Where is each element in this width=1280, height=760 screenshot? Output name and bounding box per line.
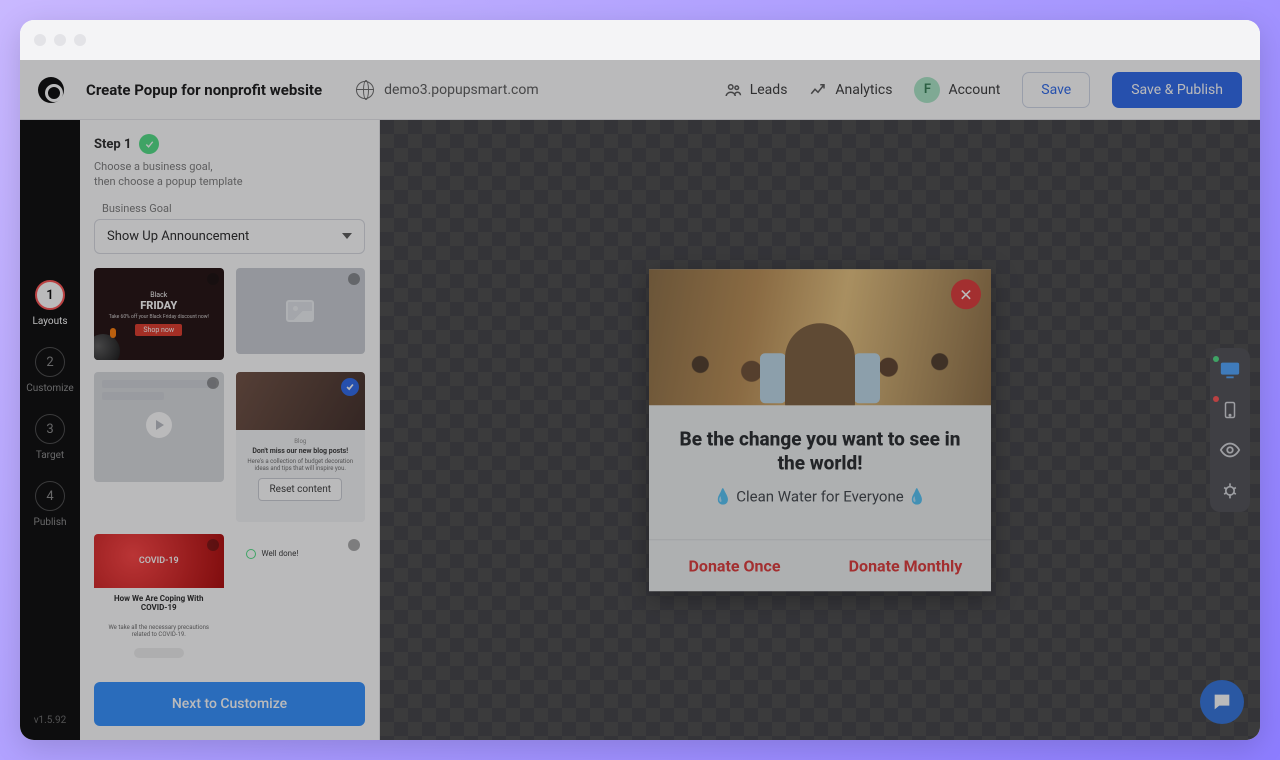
play-icon	[146, 412, 172, 438]
donate-monthly-button[interactable]: Donate Monthly	[820, 540, 991, 591]
domain-text: demo3.popupsmart.com	[384, 82, 539, 98]
debug-toggle[interactable]	[1218, 478, 1242, 502]
rail-step-num: 2	[35, 347, 65, 377]
close-icon	[348, 539, 360, 551]
globe-icon	[356, 81, 374, 99]
selected-check-icon	[341, 378, 359, 396]
next-to-customize-button[interactable]: Next to Customize	[94, 682, 365, 726]
popup-headline: Be the change you want to see in the wor…	[667, 427, 973, 475]
nav-analytics[interactable]: Analytics	[809, 81, 892, 99]
business-goal-select[interactable]: Show Up Announcement	[94, 219, 365, 254]
donate-once-button[interactable]: Donate Once	[649, 540, 820, 591]
main: 1 Layouts 2 Customize 3 Target 4 Publish…	[20, 120, 1260, 740]
status-dot	[1213, 396, 1219, 402]
window-titlebar	[20, 20, 1260, 60]
nav-account-label: Account	[948, 82, 1000, 98]
rail-step-customize[interactable]: 2 Customize	[26, 347, 73, 394]
close-icon	[207, 273, 219, 285]
goal-label: Business Goal	[102, 202, 365, 215]
template-well-done[interactable]: Well done!	[236, 534, 366, 574]
template-black-friday[interactable]: Black FRIDAY Take 60% off your Black Fri…	[94, 268, 224, 360]
device-desktop[interactable]	[1218, 358, 1242, 382]
browser-frame: Create Popup for nonprofit website demo3…	[20, 20, 1260, 740]
save-publish-button[interactable]: Save & Publish	[1112, 72, 1242, 108]
eye-icon	[1219, 439, 1241, 461]
status-dot	[1213, 356, 1219, 362]
window-dot-max[interactable]	[74, 34, 86, 46]
rail-step-label: Customize	[26, 383, 73, 394]
close-icon	[348, 273, 360, 285]
app-root: Create Popup for nonprofit website demo3…	[20, 60, 1260, 740]
rail-step-num: 1	[35, 280, 65, 310]
nav-leads-label: Leads	[750, 82, 788, 98]
rail-step-layouts[interactable]: 1 Layouts	[32, 280, 67, 327]
check-icon	[139, 134, 159, 154]
rail-step-publish[interactable]: 4 Publish	[34, 481, 67, 528]
step-header: Step 1	[94, 134, 365, 154]
bug-icon	[1220, 480, 1240, 500]
popup-subline: 💧 Clean Water for Everyone 💧	[667, 487, 973, 505]
window-dot-min[interactable]	[54, 34, 66, 46]
rail-step-label: Target	[36, 450, 64, 461]
goal-value: Show Up Announcement	[107, 229, 249, 244]
rail-step-num: 3	[35, 414, 65, 444]
preview-toggle[interactable]	[1218, 438, 1242, 462]
nav-analytics-label: Analytics	[835, 82, 892, 98]
popup-hero-image: ✕	[649, 269, 991, 405]
avatar: F	[914, 77, 940, 103]
image-icon	[286, 300, 314, 322]
close-icon	[207, 539, 219, 551]
close-icon	[207, 377, 219, 389]
step-subtitle: Choose a business goal, then choose a po…	[94, 160, 365, 190]
desktop-icon	[1219, 359, 1241, 381]
rail-step-num: 4	[35, 481, 65, 511]
device-switcher	[1210, 348, 1250, 512]
template-image[interactable]	[236, 268, 366, 354]
layout-panel: Step 1 Choose a business goal, then choo…	[80, 120, 380, 740]
template-grid: Black FRIDAY Take 60% off your Black Fri…	[94, 268, 365, 672]
template-video[interactable]	[94, 372, 224, 482]
chat-icon	[1211, 691, 1233, 713]
analytics-icon	[809, 81, 827, 99]
shop-now-chip: Shop now	[135, 324, 182, 336]
chevron-down-icon	[342, 233, 352, 239]
bomb-icon	[94, 334, 120, 360]
app-version: v1.5.92	[34, 715, 67, 726]
step-title: Step 1	[94, 137, 131, 152]
rail-step-label: Layouts	[32, 316, 67, 327]
step-rail: 1 Layouts 2 Customize 3 Target 4 Publish…	[20, 120, 80, 740]
popup-preview: ✕ Be the change you want to see in the w…	[649, 269, 991, 591]
device-mobile[interactable]	[1218, 398, 1242, 422]
leads-icon	[724, 81, 742, 99]
nav-account[interactable]: F Account	[914, 77, 1000, 103]
help-chat-button[interactable]	[1200, 680, 1244, 724]
rail-step-label: Publish	[34, 517, 67, 528]
rail-step-target[interactable]: 3 Target	[35, 414, 65, 461]
reset-content-button[interactable]: Reset content	[258, 478, 342, 501]
mobile-icon	[1221, 399, 1239, 421]
nav-leads[interactable]: Leads	[724, 81, 788, 99]
domain-block: demo3.popupsmart.com	[356, 81, 539, 99]
topbar: Create Popup for nonprofit website demo3…	[20, 60, 1260, 120]
template-blog-selected[interactable]: Blog Don't miss our new blog posts! Here…	[236, 372, 366, 522]
app-logo[interactable]	[38, 77, 64, 103]
page-title: Create Popup for nonprofit website	[86, 81, 322, 99]
preview-canvas: ✕ Be the change you want to see in the w…	[380, 120, 1260, 740]
popup-close-button[interactable]: ✕	[951, 279, 981, 309]
template-covid[interactable]: COVID-19 How We Are Coping With COVID-19…	[94, 534, 224, 664]
window-dot-close[interactable]	[34, 34, 46, 46]
save-button[interactable]: Save	[1022, 72, 1090, 108]
check-icon	[246, 549, 256, 559]
